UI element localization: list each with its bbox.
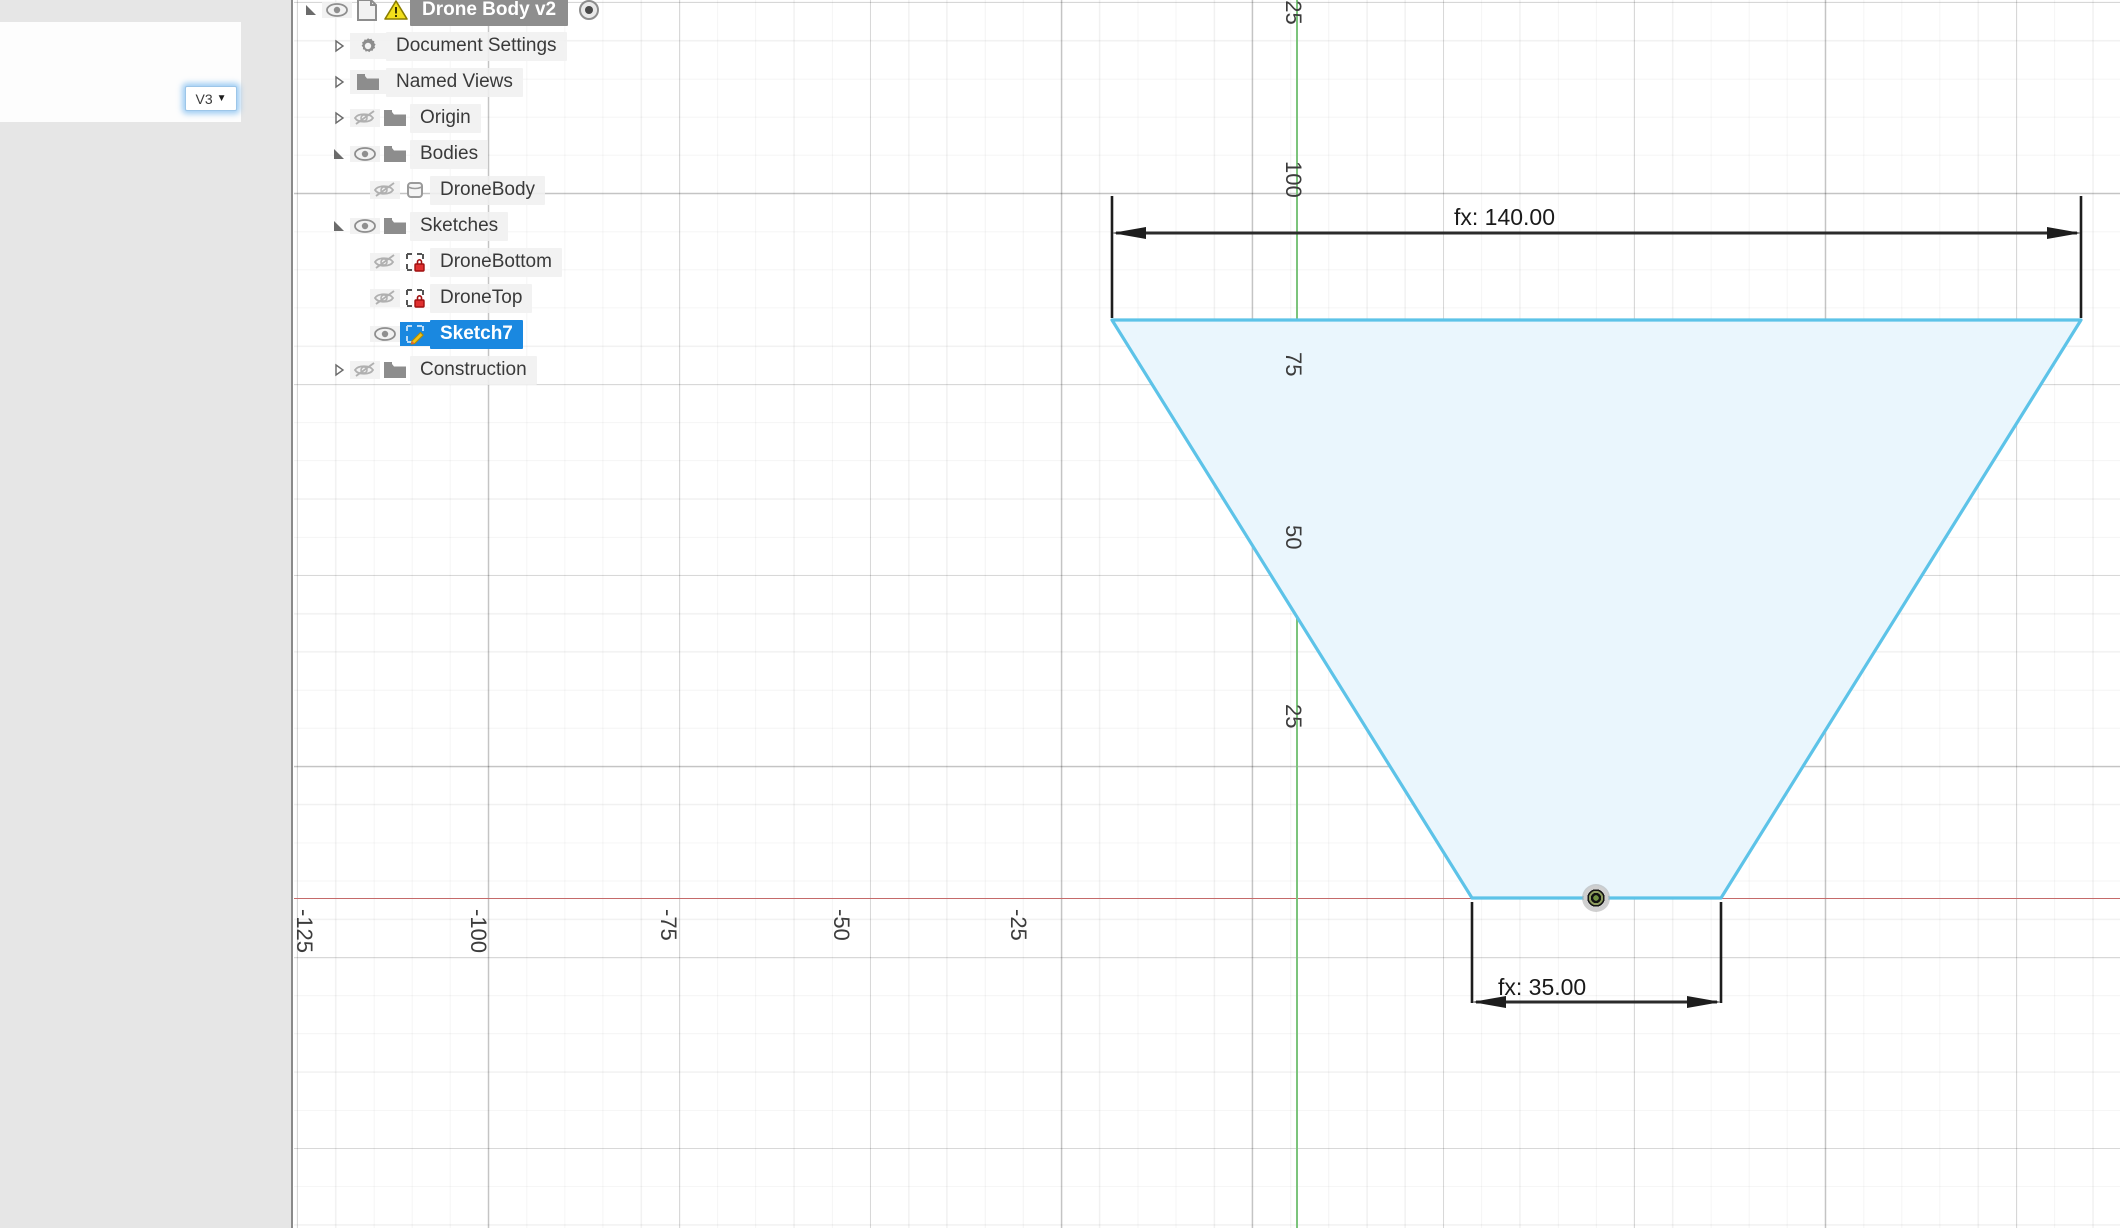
gear-icon — [350, 33, 386, 59]
dim-bottom-arrow-right — [1687, 996, 1721, 1008]
x-tick-neg50: -50 — [829, 909, 854, 941]
tree-item-label: DroneBottom — [430, 247, 562, 277]
expander-collapsed-icon[interactable] — [328, 39, 350, 53]
tree-row-document-settings[interactable]: Document Settings — [300, 28, 720, 64]
folder-icon — [350, 70, 386, 94]
radio-target-icon[interactable] — [574, 0, 604, 21]
browser-tree: Drone Body v2 Document Settings Named Vi… — [300, 0, 720, 388]
tree-item-label: DroneTop — [430, 283, 533, 313]
tree-root-label: Drone Body v2 — [410, 0, 569, 26]
expander-collapsed-icon[interactable] — [328, 75, 350, 89]
tree-item-label: Origin — [410, 103, 481, 133]
warning-triangle-icon[interactable] — [384, 0, 408, 21]
expander-collapsed-icon[interactable] — [328, 363, 350, 377]
cad-application-window: fx: 140.00 fx: 35.00 125 100 75 50 25 -1… — [0, 0, 2120, 1228]
sketch-profile-trapezoid[interactable] — [1110, 318, 2083, 900]
tree-row-named-views[interactable]: Named Views — [300, 64, 720, 100]
tree-row-dronebody[interactable]: DroneBody — [300, 172, 720, 208]
x-tick-neg125: -125 — [294, 909, 317, 954]
tree-item-label: Construction — [410, 355, 537, 385]
tree-row-sketches[interactable]: Sketches — [300, 208, 720, 244]
chevron-down-icon: ▼ — [216, 92, 227, 104]
tree-item-label: Document Settings — [386, 31, 567, 61]
visibility-hidden-eye-icon[interactable] — [370, 181, 400, 199]
document-icon — [352, 0, 382, 22]
x-tick-neg75: -75 — [656, 909, 681, 941]
tree-row-dronebottom[interactable]: DroneBottom — [300, 244, 720, 280]
tree-row-bodies[interactable]: Bodies — [300, 136, 720, 172]
visibility-eye-icon[interactable] — [370, 326, 400, 342]
expander-expanded-icon[interactable] — [300, 3, 322, 17]
visibility-hidden-eye-icon[interactable] — [370, 253, 400, 271]
dimension-label-bottom-width[interactable]: fx: 35.00 — [1498, 974, 1586, 1001]
tree-row-construction[interactable]: Construction — [300, 352, 720, 388]
dim-top-arrow-left — [1112, 227, 1146, 239]
sketch-active-icon — [400, 322, 430, 346]
y-tick-100: 100 — [1281, 161, 1306, 198]
y-tick-75: 75 — [1281, 352, 1306, 377]
folder-icon — [380, 360, 410, 380]
dimension-label-top-width[interactable]: fx: 140.00 — [1454, 204, 1555, 231]
visibility-eye-icon[interactable] — [350, 218, 380, 234]
tree-item-label: Sketch7 — [430, 319, 523, 349]
expander-collapsed-icon[interactable] — [328, 111, 350, 125]
y-tick-50: 50 — [1281, 525, 1306, 550]
sketch-locked-icon — [400, 250, 430, 274]
x-axis-line — [294, 898, 2120, 899]
tree-row-dronetop[interactable]: DroneTop — [300, 280, 720, 316]
tree-row-origin[interactable]: Origin — [300, 100, 720, 136]
visibility-eye-icon[interactable] — [350, 146, 380, 162]
expander-expanded-icon[interactable] — [328, 147, 350, 161]
folder-icon — [380, 144, 410, 164]
visibility-hidden-eye-icon[interactable] — [350, 361, 380, 379]
version-dropdown-label: V3 — [195, 90, 213, 107]
tree-item-label: DroneBody — [430, 175, 546, 205]
folder-icon — [380, 108, 410, 128]
x-tick-neg25: -25 — [1006, 909, 1031, 941]
expander-expanded-icon[interactable] — [328, 219, 350, 233]
visibility-hidden-eye-icon[interactable] — [370, 289, 400, 307]
tree-item-label: Bodies — [410, 139, 489, 169]
visibility-hidden-eye-icon[interactable] — [350, 109, 380, 127]
dim-top-arrow-right — [2047, 227, 2081, 239]
left-panel: V3 ▼ — [0, 0, 293, 1228]
version-dropdown-button[interactable]: V3 ▼ — [185, 86, 237, 111]
origin-point-icon[interactable] — [1582, 884, 1610, 912]
visibility-eye-icon[interactable] — [322, 2, 352, 18]
tree-item-label: Sketches — [410, 211, 509, 241]
sketch-locked-icon — [400, 286, 430, 310]
x-tick-neg100: -100 — [466, 909, 491, 954]
tree-row-root[interactable]: Drone Body v2 — [300, 0, 720, 28]
tree-row-sketch7[interactable]: Sketch7 — [300, 316, 720, 352]
folder-icon — [380, 216, 410, 236]
y-tick-25: 25 — [1281, 704, 1306, 729]
tree-item-label: Named Views — [386, 67, 523, 97]
body-icon — [400, 178, 430, 202]
y-tick-125: 125 — [1281, 0, 1306, 25]
